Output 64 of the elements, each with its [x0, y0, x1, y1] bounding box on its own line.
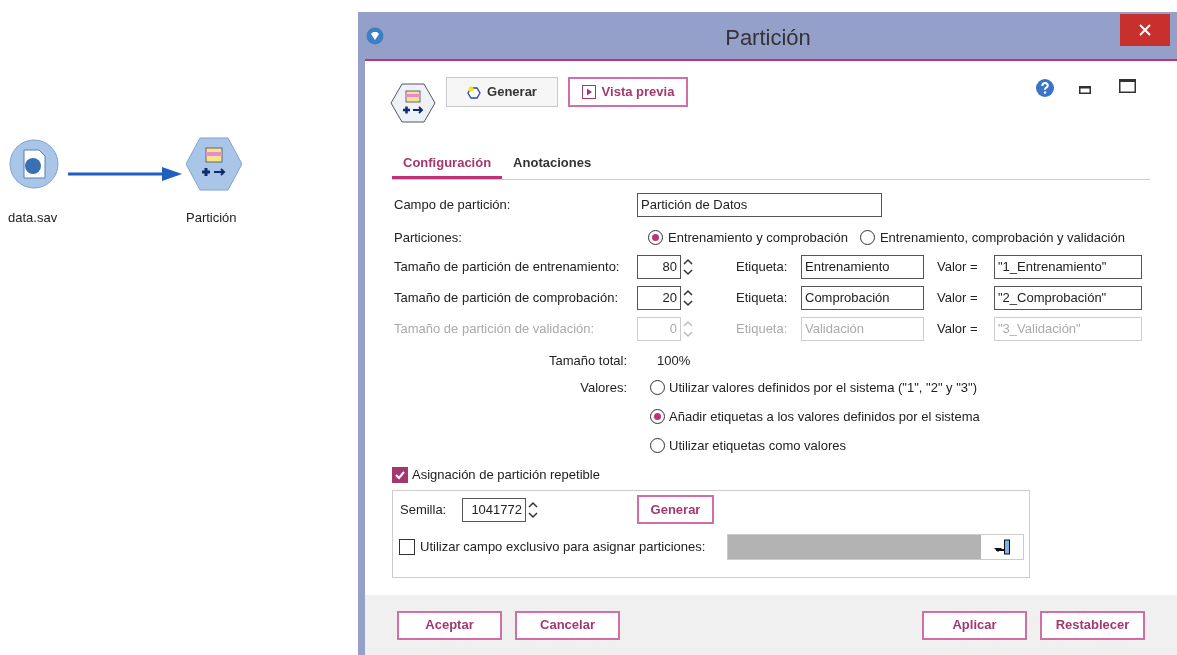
text-field[interactable]: "1_Entrenamiento": [994, 255, 1142, 279]
minimize-icon[interactable]: [1079, 86, 1091, 94]
field-picker-button[interactable]: [981, 535, 1023, 559]
field-label: Etiqueta:: [736, 320, 789, 339]
field-label: Tamaño total:: [547, 352, 627, 370]
spinner-arrows-icon[interactable]: [681, 256, 695, 278]
field-label: Semilla:: [400, 500, 448, 519]
field-label: Tamaño de partición de validación:: [394, 320, 596, 339]
hexagon-node-icon[interactable]: [186, 136, 242, 192]
field-label: Particiones:: [394, 229, 463, 247]
radio-button[interactable]: [859, 230, 875, 246]
play-icon: [581, 85, 596, 99]
node-label: data.sav: [8, 209, 58, 227]
radio-label: Añadir etiquetas a los valores definidos por el sistema: [669, 408, 980, 426]
radio-label: Utilizar valores definidos por el sistema ("1", "2" y "3"): [669, 379, 978, 397]
number-field[interactable]: 20: [637, 286, 681, 310]
hexagon-node-icon: [390, 83, 436, 123]
tab[interactable]: Configuración: [392, 149, 503, 179]
tab[interactable]: Anotaciones: [502, 149, 603, 179]
radio-button[interactable]: [650, 409, 665, 425]
radio-label: Utilizar etiquetas como valores: [669, 437, 847, 455]
radio-button[interactable]: [648, 230, 663, 246]
node-label: Partición: [186, 209, 237, 227]
text-field[interactable]: Entrenamiento: [801, 255, 924, 279]
text-field[interactable]: Partición de Datos: [637, 193, 882, 217]
footer-button[interactable]: Restablecer: [1040, 610, 1145, 640]
text-field[interactable]: "2_Comprobación": [994, 286, 1142, 310]
spinner-arrows-icon[interactable]: [681, 287, 695, 309]
document-node-icon[interactable]: [8, 138, 60, 190]
number-field[interactable]: 80: [637, 255, 681, 279]
text-field[interactable]: Comprobación: [801, 286, 924, 310]
number-field[interactable]: 1041772: [462, 497, 526, 522]
checkbox-label: Asignación de partición repetible: [412, 466, 600, 484]
preview-button[interactable]: Vista previa: [568, 77, 688, 107]
radio-button[interactable]: [650, 380, 665, 396]
radio-button[interactable]: [650, 438, 665, 454]
field-list-icon: [993, 539, 1011, 555]
close-button[interactable]: [1120, 14, 1170, 46]
radio-label: Entrenamiento, comprobación y validación: [879, 229, 1125, 247]
field-label: Valor =: [937, 258, 979, 277]
generate-button[interactable]: Generar: [446, 77, 558, 107]
checkbox[interactable]: [399, 539, 415, 555]
footer-button[interactable]: Aplicar: [922, 610, 1027, 640]
radio-label: Entrenamiento y comprobación: [668, 229, 848, 247]
maximize-icon[interactable]: [1119, 79, 1136, 93]
footer-button[interactable]: Cancelar: [515, 610, 620, 640]
checkbox[interactable]: [392, 466, 408, 483]
field-dropdown[interactable]: [727, 534, 1024, 560]
field-label: Etiqueta:: [736, 289, 789, 308]
field-label: Etiqueta:: [736, 258, 789, 277]
close-icon: [1139, 24, 1151, 36]
window-title: Partición: [724, 24, 812, 52]
value-text: 100%: [657, 352, 691, 370]
generate-button[interactable]: Generar: [637, 495, 714, 524]
field-label: Valores:: [579, 379, 627, 397]
help-icon[interactable]: [1036, 79, 1054, 97]
field-label: Tamaño de partición de entrenamiento:: [394, 258, 621, 277]
field-label: Valor =: [937, 289, 979, 308]
footer-button[interactable]: Aceptar: [397, 610, 502, 640]
field-label: Valor =: [937, 320, 979, 339]
checkbox-label: Utilizar campo exclusivo para asignar particiones:: [420, 538, 707, 557]
hexagon-spark-icon: [467, 85, 482, 99]
field-label: Tamaño de partición de comprobación:: [394, 289, 620, 308]
field-label: Campo de partición:: [394, 196, 512, 215]
